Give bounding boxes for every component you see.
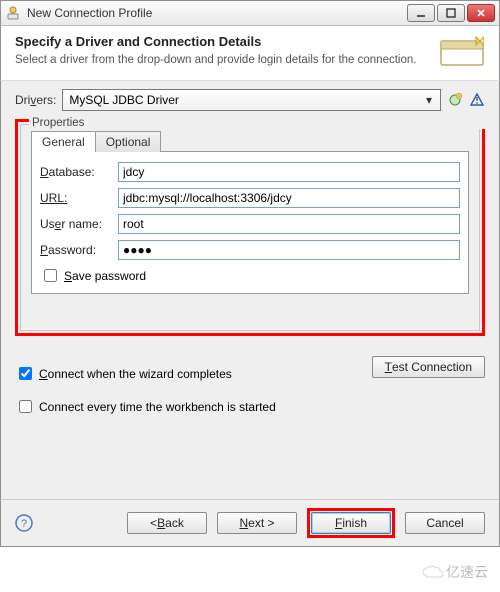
test-connection-button[interactable]: Test Connection [372,356,485,378]
help-icon[interactable]: ? [15,514,33,532]
password-label: Password: [40,243,118,257]
drivers-label: Drivers: [15,93,56,107]
cancel-button[interactable]: Cancel [405,512,485,534]
username-field[interactable] [118,214,460,234]
tab-general[interactable]: General [31,131,96,152]
svg-text:?: ? [21,518,27,530]
password-field[interactable] [118,240,460,260]
window-title: New Connection Profile [27,6,407,20]
wizard-header: Specify a Driver and Connection Details … [0,26,500,81]
driver-warning-icon[interactable] [469,92,485,108]
url-field[interactable] [118,188,460,208]
window-icon [5,5,21,21]
next-button[interactable]: Next > [217,512,297,534]
title-bar: New Connection Profile [0,0,500,26]
wizard-subtitle: Select a driver from the drop-down and p… [15,53,433,68]
save-password-checkbox[interactable] [44,269,57,282]
properties-tabs: General Optional [31,131,469,152]
minimize-button[interactable] [407,4,435,22]
finish-button[interactable]: Finish [311,512,391,534]
connect-startup-checkbox[interactable] [19,400,32,413]
wizard-footer: ? < Back Next > Finish Cancel [0,499,500,547]
close-button[interactable] [467,4,495,22]
maximize-button[interactable] [437,4,465,22]
watermark: 亿速云 [422,562,488,582]
wizard-banner-icon [439,34,485,70]
wizard-body: Drivers: MySQL JDBC Driver ▾ Properties … [0,81,500,499]
connect-complete-checkbox[interactable] [19,367,32,380]
properties-legend: Properties [29,117,487,129]
username-label: User name: [40,217,118,231]
new-driver-icon[interactable] [447,92,463,108]
tab-general-panel: Database: URL: User name: Password: [31,151,469,294]
chevron-down-icon: ▾ [422,93,436,107]
drivers-dropdown[interactable]: MySQL JDBC Driver ▾ [62,89,441,111]
properties-group: Properties General Optional Database: UR… [20,124,480,331]
save-password-label: Save password [64,269,146,283]
drivers-selected-value: MySQL JDBC Driver [69,93,179,107]
window-controls [407,4,495,22]
back-button[interactable]: < Back [127,512,207,534]
annotation-properties-box: Properties General Optional Database: UR… [15,119,485,336]
tab-optional[interactable]: Optional [96,131,162,152]
database-field[interactable] [118,162,460,182]
wizard-title: Specify a Driver and Connection Details [15,34,433,49]
connect-complete-label: Connect when the wizard completes [39,367,232,381]
database-label: Database: [40,165,118,179]
annotation-finish-box: Finish [307,508,395,538]
url-label: URL: [40,191,118,205]
connect-startup-label: Connect every time the workbench is star… [39,400,276,414]
